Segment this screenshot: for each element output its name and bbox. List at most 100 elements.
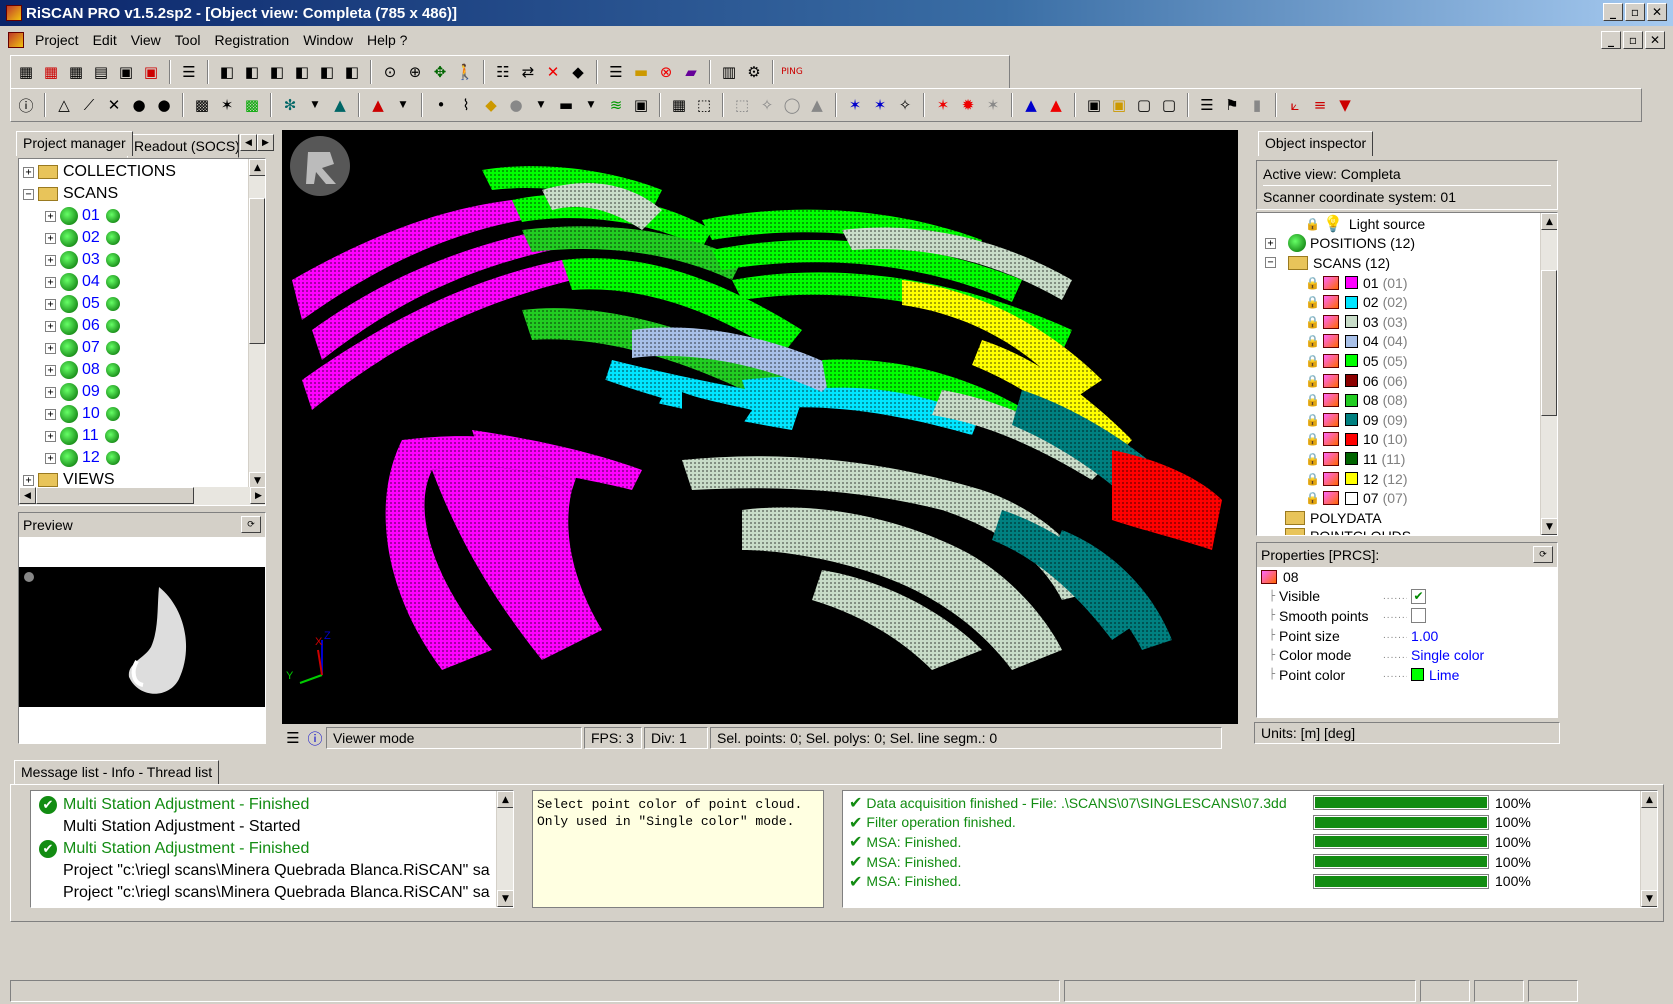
expand-icon[interactable]: + — [45, 386, 56, 398]
thread-item[interactable]: ✔ MSA: Finished. 100% — [849, 871, 1657, 891]
lock-icon[interactable]: 🔒 — [1305, 491, 1320, 505]
message-vscrollbar[interactable]: ▲ ▼ — [496, 791, 513, 907]
lock-icon[interactable]: 🔒 — [1305, 432, 1320, 446]
scroll-thumb[interactable] — [249, 198, 265, 344]
new-scan-icon[interactable]: ▦ — [65, 61, 87, 83]
measure-cross-icon[interactable]: ✕ — [103, 94, 125, 116]
frame3-icon[interactable]: ▢ — [1158, 94, 1180, 116]
filter-icon[interactable]: ▩ — [191, 94, 213, 116]
scanner-config-icon[interactable]: ▥ — [718, 61, 740, 83]
thread-vscrollbar[interactable]: ▲ ▼ — [1640, 791, 1657, 907]
menu-project[interactable]: Project — [28, 32, 86, 48]
viewer-info-icon[interactable]: ⓘ — [304, 727, 326, 749]
close-button[interactable]: ✕ — [1647, 3, 1667, 21]
select-grid-icon[interactable]: ▦ — [668, 94, 690, 116]
list-icon[interactable]: ☷ — [492, 61, 514, 83]
menu-view[interactable]: View — [124, 32, 168, 48]
polyline-icon[interactable]: ⌇ — [455, 94, 477, 116]
hscroll-thumb[interactable] — [36, 487, 194, 504]
blob2-icon[interactable]: ● — [153, 94, 175, 116]
color-swatch[interactable] — [1345, 374, 1358, 388]
color-swatch[interactable] — [1345, 276, 1358, 290]
oi-scan-row[interactable]: 🔒 01 (01) — [1265, 273, 1557, 293]
delete-icon[interactable]: ✕ — [542, 61, 564, 83]
expand-icon[interactable]: + — [1265, 237, 1276, 249]
tree-scan-item[interactable]: +08 — [23, 359, 265, 381]
lock-icon[interactable]: 🔒 — [1305, 315, 1320, 329]
dropdown-arrow3-icon[interactable]: ▼ — [530, 94, 552, 116]
positions-row[interactable]: + POSITIONS (12) — [1265, 234, 1557, 254]
stop-icon[interactable]: ⊗ — [655, 61, 677, 83]
property-row[interactable]: ├ Point size....... 1.00 — [1261, 626, 1557, 646]
scroll-thumb[interactable] — [1541, 270, 1557, 416]
folder-icon[interactable]: ▬ — [630, 61, 652, 83]
import-icon[interactable]: ▦ — [15, 61, 37, 83]
app-icon[interactable] — [6, 5, 22, 21]
tree-scan-item[interactable]: +07 — [23, 337, 265, 359]
transform-icon[interactable]: ⇄ — [517, 61, 539, 83]
tree-hscrollbar[interactable]: ◀ ▶ — [19, 487, 265, 505]
select-poly-icon[interactable]: ✧ — [756, 94, 778, 116]
collapse-icon[interactable]: − — [1265, 257, 1276, 269]
expand-icon[interactable]: + — [45, 298, 56, 310]
select-lasso-icon[interactable]: ◯ — [781, 94, 803, 116]
tab-project-manager[interactable]: Project manager — [16, 131, 133, 156]
flag-icon[interactable]: ⚑ — [1221, 94, 1243, 116]
expand-icon[interactable]: + — [45, 342, 56, 354]
ping-icon[interactable]: PING — [781, 61, 803, 83]
save-icon[interactable]: ▣ — [115, 61, 137, 83]
tree-scan-item[interactable]: +02 — [23, 227, 265, 249]
expand-icon[interactable]: + — [23, 166, 34, 178]
oi-scan-row[interactable]: 🔒 05 (05) — [1265, 351, 1557, 371]
scroll-down-icon[interactable]: ▼ — [1541, 518, 1557, 535]
pick-outline-icon[interactable]: ✧ — [894, 94, 916, 116]
expand-icon[interactable]: + — [23, 474, 34, 486]
properties-refresh-icon[interactable]: ⟳ — [1533, 546, 1553, 563]
point-icon[interactable]: • — [430, 94, 452, 116]
tree-scan-item[interactable]: +05 — [23, 293, 265, 315]
open-icon[interactable]: ▤ — [90, 61, 112, 83]
tab-object-inspector[interactable]: Object inspector — [1258, 131, 1374, 156]
lock-icon[interactable]: 🔒 — [1305, 413, 1320, 427]
mdi-close-button[interactable]: ✕ — [1645, 31, 1665, 49]
expand-icon[interactable]: + — [45, 430, 56, 442]
dropdown-arrow4-icon[interactable]: ▼ — [580, 94, 602, 116]
zoom-fit-icon[interactable]: ⊙ — [379, 61, 401, 83]
frame-icon[interactable]: ▣ — [1083, 94, 1105, 116]
frame-yellow-icon[interactable]: ▣ — [1108, 94, 1130, 116]
scroll-up-icon[interactable]: ▲ — [1541, 213, 1557, 230]
scroll-down-icon[interactable]: ▼ — [497, 890, 513, 907]
pick-red-icon[interactable]: ✶ — [932, 94, 954, 116]
oi-scan-row[interactable]: 🔒 10 (10) — [1265, 430, 1557, 450]
view-top-icon[interactable]: ◧ — [316, 61, 338, 83]
view-left-icon[interactable]: ◧ — [266, 61, 288, 83]
tree-scan-item[interactable]: +06 — [23, 315, 265, 337]
axis-icon[interactable]: ⟀ — [1284, 94, 1306, 116]
thread-item[interactable]: ✔ Filter operation finished. 100% — [849, 813, 1657, 833]
property-value[interactable]: Lime — [1429, 667, 1459, 683]
lock-icon[interactable]: 🔒 — [1305, 374, 1320, 388]
export-icon[interactable]: ▦ — [40, 61, 62, 83]
dropdown-arrow-icon[interactable]: ▼ — [304, 94, 326, 116]
oi-scan-row[interactable]: 🔒 06 (06) — [1265, 371, 1557, 391]
mdi-restore-button[interactable]: ▫ — [1623, 31, 1643, 49]
light-source-row[interactable]: 🔒 💡 Light source — [1265, 214, 1557, 234]
color-swatch[interactable] — [1345, 472, 1358, 486]
scroll-up-icon[interactable]: ▲ — [497, 791, 513, 808]
tab-scroll-left-icon[interactable]: ◀ — [240, 134, 257, 151]
tree-scan-item[interactable]: +01 — [23, 205, 265, 227]
oi-scan-row[interactable]: 🔒 03 (03) — [1265, 312, 1557, 332]
lock-icon[interactable]: 🔒 — [1305, 393, 1320, 407]
checkbox-checked[interactable]: ✔ — [1411, 588, 1427, 604]
oi-scan-row[interactable]: 🔒 02 (02) — [1265, 292, 1557, 312]
zoom-icon[interactable]: ⊕ — [404, 61, 426, 83]
property-value[interactable]: 1.00 — [1411, 628, 1438, 644]
message-item[interactable]: Project "c:\riegl scans\Minera Quebrada … — [39, 882, 513, 904]
color-swatch[interactable] — [1345, 354, 1358, 368]
property-row[interactable]: ├ Smooth points....... — [1261, 606, 1557, 626]
oi-scan-row[interactable]: 🔒 08 (08) — [1265, 390, 1557, 410]
triangle-red2-icon[interactable]: ▲ — [1045, 94, 1067, 116]
pick-gray-icon[interactable]: ✶ — [982, 94, 1004, 116]
triangle-blue-icon[interactable]: ▲ — [1020, 94, 1042, 116]
color-swatch[interactable] — [1345, 491, 1358, 505]
